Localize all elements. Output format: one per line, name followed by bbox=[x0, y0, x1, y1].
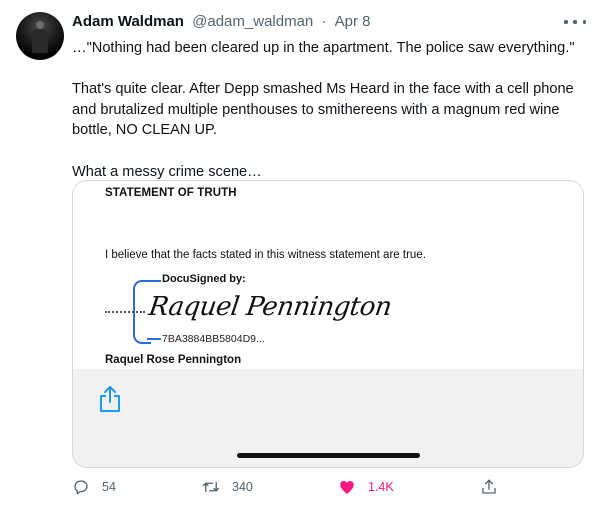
reply-button[interactable]: 54 bbox=[72, 478, 116, 496]
reply-count: 54 bbox=[102, 480, 116, 494]
retweet-count: 340 bbox=[232, 480, 253, 494]
document-statement: I believe that the facts stated in this … bbox=[105, 249, 426, 261]
more-icon bbox=[564, 20, 568, 24]
retweet-button[interactable]: 340 bbox=[202, 478, 253, 496]
ios-share-icon[interactable] bbox=[97, 385, 123, 413]
media-attachment[interactable]: STATEMENT OF TRUTH I believe that the fa… bbox=[72, 180, 584, 468]
avatar-figure-head bbox=[36, 21, 44, 29]
tweet-text: …"Nothing had been cleared up in the apa… bbox=[72, 38, 587, 182]
like-count: 1.4K bbox=[368, 480, 394, 494]
docusign-id: 7BA3884BB5804D9... bbox=[162, 333, 265, 345]
tweet-header: Adam Waldman @adam_waldman · Apr 8 bbox=[72, 13, 370, 30]
like-button[interactable]: 1.4K bbox=[338, 478, 394, 496]
more-options-button[interactable] bbox=[564, 12, 586, 32]
tweet-date[interactable]: Apr 8 bbox=[335, 13, 371, 30]
docusign-line-top bbox=[147, 280, 161, 282]
tweet-actions: 54 340 1.4K bbox=[72, 478, 502, 500]
share-icon bbox=[482, 479, 496, 494]
tweet-text-paragraph-1: …"Nothing had been cleared up in the apa… bbox=[72, 40, 575, 56]
heart-icon bbox=[340, 481, 354, 494]
more-icon-dot bbox=[582, 20, 586, 24]
document-title: STATEMENT OF TRUTH bbox=[105, 187, 237, 199]
handwritten-signature: Raquel Pennington bbox=[146, 292, 394, 322]
signature-dotted-line bbox=[105, 311, 145, 313]
document-image: STATEMENT OF TRUTH I believe that the fa… bbox=[73, 181, 583, 369]
avatar-figure-body bbox=[32, 29, 48, 53]
home-indicator bbox=[237, 453, 420, 458]
docusign-label: DocuSigned by: bbox=[162, 273, 246, 285]
ios-share-bar bbox=[73, 369, 583, 467]
reply-icon bbox=[74, 480, 88, 495]
author-name[interactable]: Adam Waldman bbox=[72, 13, 184, 30]
share-button[interactable] bbox=[480, 478, 498, 496]
docusign-line-bottom bbox=[147, 338, 161, 340]
meta-separator: · bbox=[321, 13, 327, 30]
avatar[interactable] bbox=[16, 12, 64, 60]
tweet-text-paragraph-2: That's quite clear. After Depp smashed M… bbox=[72, 81, 574, 139]
retweet-icon bbox=[202, 481, 220, 493]
signer-name: Raquel Rose Pennington bbox=[105, 354, 242, 366]
author-handle[interactable]: @adam_waldman bbox=[192, 13, 313, 30]
more-icon-dot bbox=[573, 20, 577, 24]
